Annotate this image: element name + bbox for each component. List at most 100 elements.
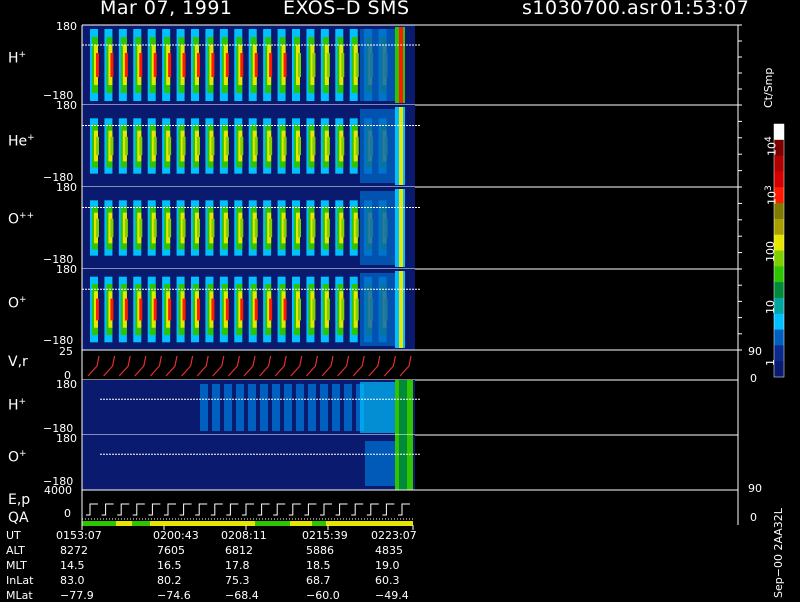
energy-trace <box>351 503 364 516</box>
energy-trace <box>288 503 301 516</box>
spin-band <box>182 53 186 77</box>
spin-band <box>296 384 304 431</box>
spin-band <box>139 218 143 238</box>
spin-band <box>200 384 208 431</box>
footer-cell: 8272 <box>60 544 88 557</box>
spin-band <box>344 384 352 431</box>
spin-band <box>308 384 316 431</box>
spin-band <box>225 136 229 156</box>
panel-label-o-plus: O+ <box>8 295 27 312</box>
spin-band <box>139 136 143 156</box>
colorbar-label-1e4: 104 <box>764 136 779 156</box>
panel-highlight <box>360 191 395 265</box>
spin-band <box>341 218 345 238</box>
spin-band <box>224 384 232 431</box>
ytick-top: 180 <box>56 432 77 445</box>
spin-band <box>168 136 172 156</box>
energy-trace <box>132 503 145 516</box>
right-tick-bottom: 0 <box>750 511 757 524</box>
right-tick-top: 90 <box>748 482 762 495</box>
energy-trace <box>242 503 254 516</box>
spin-band <box>298 53 301 77</box>
panel-label-qa: QA <box>8 510 29 526</box>
spin-band <box>312 53 316 77</box>
spin-band <box>355 298 359 321</box>
colorbar-label-1e3: 103 <box>764 185 779 205</box>
panel-highlight <box>399 27 403 103</box>
spin-band <box>96 53 99 77</box>
spin-band <box>341 298 345 321</box>
footer-cell: 0153:07 <box>56 529 102 542</box>
spin-band <box>168 53 172 77</box>
panel-highlight <box>399 435 407 490</box>
spin-band <box>326 53 330 77</box>
velocity-trace <box>134 355 147 377</box>
spin-band <box>283 298 287 321</box>
spin-band <box>110 53 114 77</box>
spin-band <box>240 298 244 321</box>
spin-band <box>284 384 292 431</box>
colorbar-unit: Ct/Smp <box>762 67 775 108</box>
spin-band <box>153 298 157 321</box>
velocity-trace <box>383 355 396 377</box>
panel-highlight <box>365 441 395 486</box>
footer-cell: 17.8 <box>225 559 250 572</box>
velocity-trace <box>181 355 194 377</box>
spin-band <box>240 218 244 238</box>
footer-cell: 0215:39 <box>302 529 348 542</box>
panel-highlight <box>399 271 403 348</box>
spin-band <box>355 218 359 238</box>
spin-band <box>153 218 157 238</box>
spin-band <box>124 298 128 321</box>
panel-label-ep: E,p <box>8 492 31 508</box>
spin-band <box>283 218 287 238</box>
spin-band <box>225 53 229 77</box>
right-tick-bottom: 0 <box>750 372 757 385</box>
footer-row-label: InLat <box>6 574 34 587</box>
spin-band <box>269 298 273 321</box>
footer-cell: 60.3 <box>375 574 400 587</box>
velocity-trace <box>243 355 256 377</box>
velocity-trace <box>321 355 334 377</box>
right-tick-top: 90 <box>748 345 762 358</box>
velocity-trace <box>274 355 287 377</box>
velocity-trace <box>87 355 100 377</box>
energy-trace <box>398 503 410 516</box>
footer-cell: 68.7 <box>306 574 331 587</box>
spin-band <box>197 53 200 77</box>
footer-cell: 19.0 <box>375 559 400 572</box>
velocity-trace <box>337 355 350 377</box>
panel-highlight <box>360 273 395 346</box>
footer-cell: −74.6 <box>157 589 191 602</box>
energy-trace <box>148 503 161 516</box>
spin-band <box>182 136 186 156</box>
spin-band <box>248 384 256 431</box>
energy-trace <box>86 503 98 516</box>
colorbar-segment <box>774 282 784 299</box>
panel-highlight <box>360 29 395 101</box>
spin-band <box>312 136 316 156</box>
velocity-trace <box>259 355 272 377</box>
energy-trace <box>335 503 348 516</box>
qa-segment <box>312 521 326 526</box>
spin-band <box>197 136 200 156</box>
spin-band <box>124 53 128 77</box>
ytick-top: 180 <box>56 20 77 33</box>
spin-band <box>110 136 114 156</box>
spin-band <box>211 298 215 321</box>
footer-row-label: UT <box>6 529 21 542</box>
velocity-trace <box>103 355 116 377</box>
velocity-trace <box>305 355 318 377</box>
colorbar-label-10: 10 <box>764 300 777 314</box>
spin-band <box>254 218 258 238</box>
footer-cell: 7605 <box>157 544 185 557</box>
colorbar-segment <box>774 155 784 172</box>
velocity-trace <box>227 355 240 377</box>
velocity-trace <box>290 355 303 377</box>
spin-band <box>312 218 316 238</box>
spin-band <box>168 298 172 321</box>
spin-band <box>312 298 316 321</box>
spin-band <box>326 136 330 156</box>
spin-band <box>254 298 258 321</box>
panel-highlight <box>399 107 403 185</box>
